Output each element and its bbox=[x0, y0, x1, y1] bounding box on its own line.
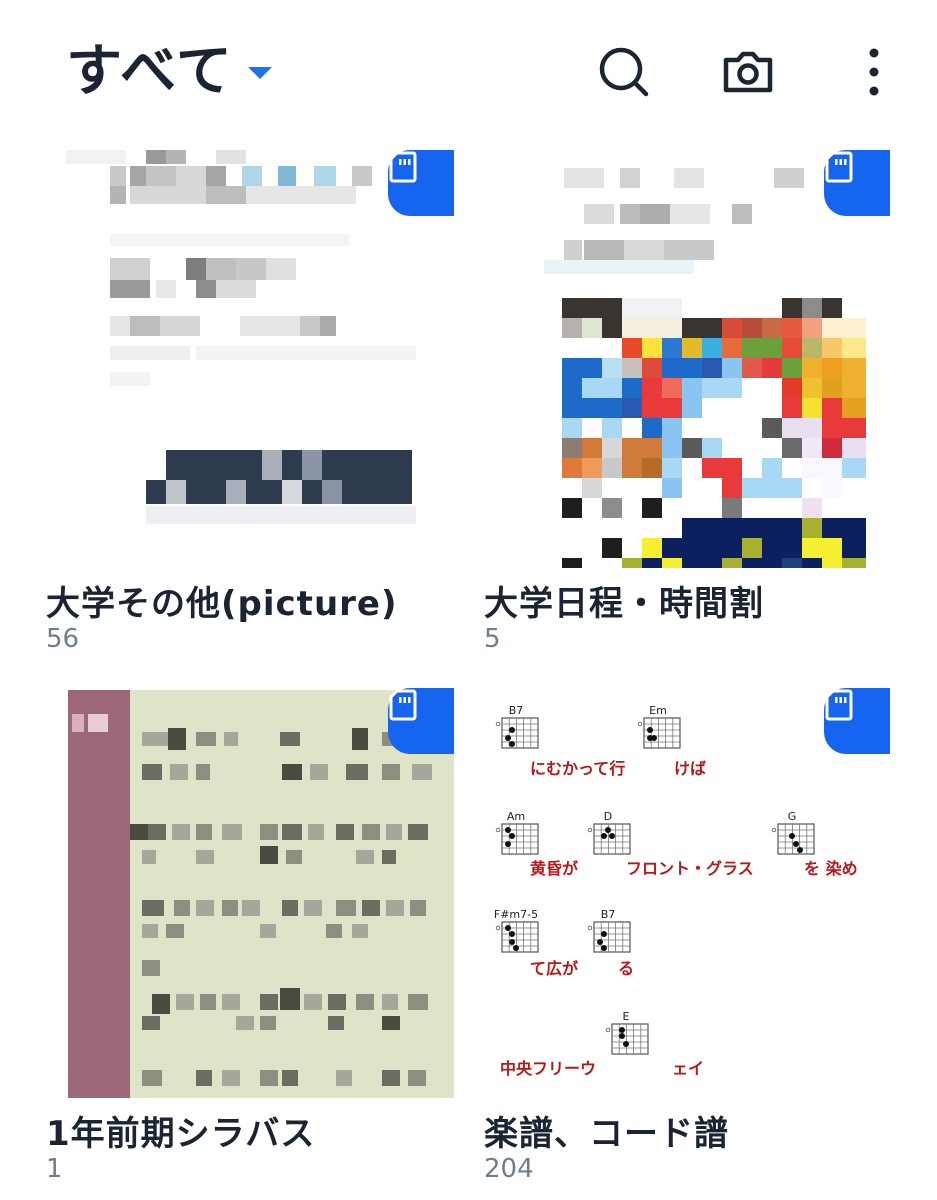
sd-card-badge bbox=[824, 688, 890, 754]
album-count: 1 bbox=[46, 1154, 63, 1184]
album-count: 56 bbox=[46, 624, 80, 654]
blurred-document-image bbox=[46, 150, 454, 568]
chord-sheet-image: B7 Em Am D G F#m7-5 B7 E にむかって行 けば黄昏が フロント・グラス を 染め… bbox=[484, 688, 892, 1098]
more-vertical-icon bbox=[869, 48, 879, 96]
search-icon bbox=[599, 47, 649, 97]
chord-name: Em bbox=[649, 704, 667, 717]
sd-card-icon bbox=[825, 689, 853, 721]
more-options-button[interactable] bbox=[846, 44, 902, 100]
chevron-down-icon bbox=[247, 67, 272, 79]
sd-card-badge bbox=[388, 150, 454, 216]
album-thumbnail bbox=[46, 150, 454, 568]
chord-name: Am bbox=[507, 810, 525, 823]
chord-name: B7 bbox=[509, 704, 524, 717]
sd-card-icon bbox=[825, 151, 853, 183]
album-count: 204 bbox=[484, 1154, 534, 1184]
camera-button[interactable] bbox=[720, 44, 776, 100]
lyric-text: にむかって行 bbox=[530, 759, 625, 778]
album-filter-dropdown[interactable]: すべて bbox=[66, 36, 272, 108]
album-thumbnail bbox=[484, 150, 892, 568]
chord-name: E bbox=[623, 1010, 630, 1023]
lyric-text: て広が bbox=[530, 959, 578, 978]
album-card[interactable]: 大学日程・時間割 5 bbox=[484, 150, 904, 670]
search-button[interactable] bbox=[596, 44, 652, 100]
sd-card-icon bbox=[389, 151, 417, 183]
chord-name: G bbox=[788, 810, 797, 823]
lyric-text: ェイ bbox=[672, 1059, 704, 1078]
album-title: 大学その他(picture) bbox=[46, 584, 398, 624]
album-thumbnail: B7 Em Am D G F#m7-5 B7 E にむかって行 けば黄昏が フロント・グラス を 染め… bbox=[484, 688, 892, 1098]
syllabus-image bbox=[46, 688, 454, 1098]
album-thumbnail bbox=[46, 688, 454, 1098]
album-title: 大学日程・時間割 bbox=[484, 584, 764, 624]
chord-name: F#m7-5 bbox=[494, 908, 538, 921]
album-card[interactable]: 1年前期シラバス 1 bbox=[46, 688, 466, 1200]
sd-card-badge bbox=[388, 688, 454, 754]
chord-name: B7 bbox=[601, 908, 616, 921]
filter-label: すべて bbox=[66, 39, 234, 104]
lyric-text: 黄昏が bbox=[530, 859, 578, 878]
sd-card-icon bbox=[389, 689, 417, 721]
lyric-text: る bbox=[618, 959, 634, 978]
album-card[interactable]: B7 Em Am D G F#m7-5 B7 E にむかって行 けば黄昏が フロント・グラス を 染め… bbox=[484, 688, 904, 1200]
lyric-text: フロント・グラス bbox=[626, 859, 754, 878]
camera-icon bbox=[723, 51, 773, 93]
album-card[interactable]: 大学その他(picture) 56 bbox=[46, 150, 466, 670]
timetable-image bbox=[484, 150, 892, 568]
app-header: すべて bbox=[0, 0, 937, 140]
lyric-text: けば bbox=[674, 759, 706, 778]
chord-name: D bbox=[604, 810, 612, 823]
lyric-text: を 染め bbox=[804, 859, 858, 878]
album-title: 楽譜、コード譜 bbox=[484, 1114, 729, 1154]
album-count: 5 bbox=[484, 624, 501, 654]
album-title: 1年前期シラバス bbox=[46, 1114, 316, 1154]
lyric-text: 中央フリーウ bbox=[500, 1059, 596, 1078]
sd-card-badge bbox=[824, 150, 890, 216]
